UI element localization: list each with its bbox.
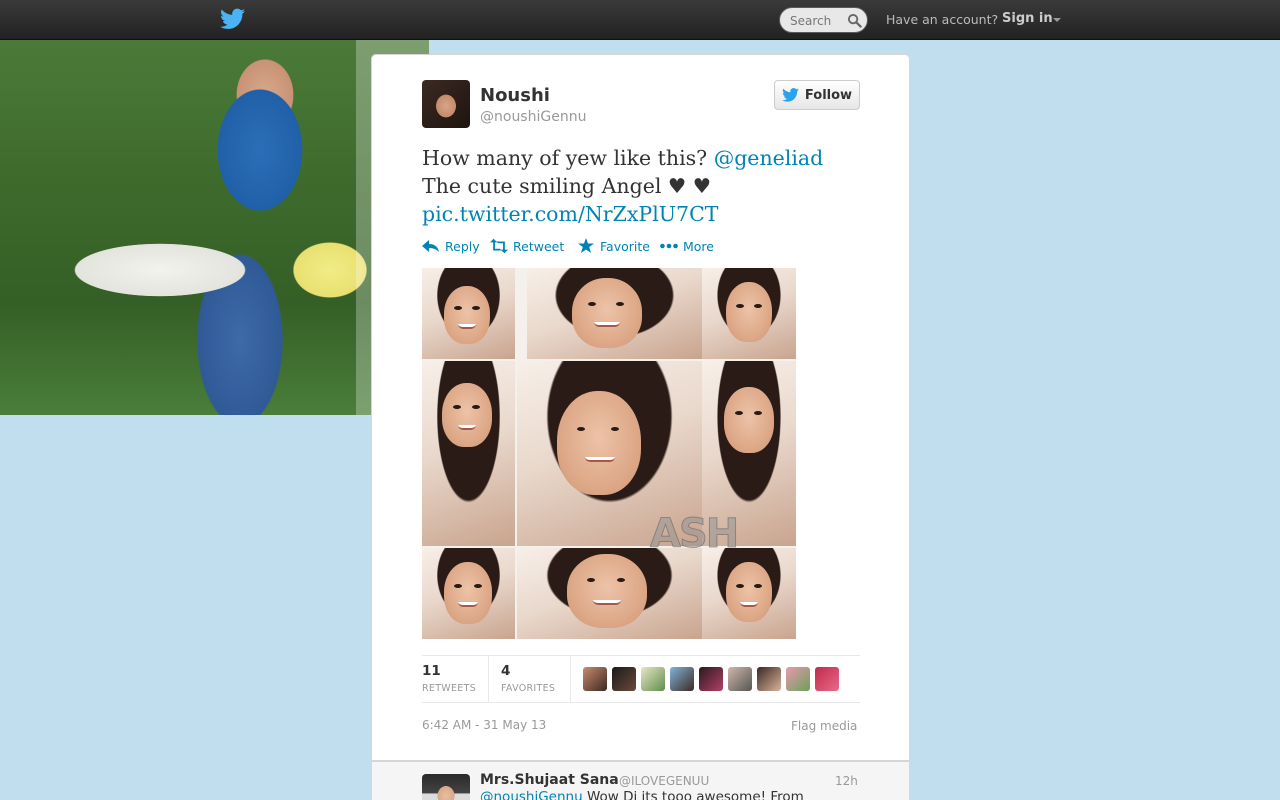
avatar[interactable] xyxy=(786,667,810,691)
top-navigation-bar: Have an account? Sign in xyxy=(0,0,1280,40)
author-handle[interactable]: @noushiGennu xyxy=(480,109,586,125)
avatar[interactable] xyxy=(815,667,839,691)
reply-icon xyxy=(422,240,439,252)
twitter-bird-icon[interactable] xyxy=(220,8,245,30)
media-link[interactable]: pic.twitter.com/NrZxPlU7CT xyxy=(422,202,718,226)
avatar[interactable] xyxy=(422,80,470,128)
tweet-timestamp[interactable]: 6:42 AM - 31 May 13 xyxy=(422,718,546,732)
search-input[interactable] xyxy=(790,12,846,29)
star-icon xyxy=(578,238,594,253)
favorite-button[interactable]: Favorite xyxy=(577,238,650,254)
favorites-count: 4 xyxy=(501,663,511,679)
search-box[interactable] xyxy=(779,7,868,33)
avatar[interactable] xyxy=(757,667,781,691)
avatar[interactable] xyxy=(612,667,636,691)
tweet-text: How many of yew like this? @geneliad The… xyxy=(422,146,824,226)
tweet-stats: 11 RETWEETS 4 FAVORITES xyxy=(422,655,860,703)
retweets-label: RETWEETS xyxy=(422,683,477,694)
retweets-count: 11 xyxy=(422,663,441,679)
more-button[interactable]: More xyxy=(660,238,714,254)
flag-media-link[interactable]: Flag media xyxy=(791,719,857,733)
reply-button[interactable]: Reply xyxy=(422,238,480,254)
avatar[interactable] xyxy=(583,667,607,691)
retweet-button[interactable]: Retweet xyxy=(490,238,564,254)
reply-author-name[interactable]: Mrs.Shujaat Sana xyxy=(480,772,619,788)
follow-label: Follow xyxy=(804,87,853,103)
more-dots-icon xyxy=(660,243,678,249)
media-watermark: ASH xyxy=(649,511,739,558)
profile-background-image xyxy=(0,40,429,415)
mention-link[interactable]: @geneliad xyxy=(714,146,824,170)
twitter-bird-icon xyxy=(782,88,799,102)
sign-in-link[interactable]: Sign in xyxy=(1002,11,1053,26)
avatar[interactable] xyxy=(728,667,752,691)
reply-time[interactable]: 12h xyxy=(835,774,858,788)
reply-text: @noushiGennu Wow Di its tooo awesome! Fr… xyxy=(480,789,804,800)
have-account-text: Have an account? xyxy=(886,12,999,27)
avatar[interactable] xyxy=(670,667,694,691)
retweet-icon xyxy=(490,238,508,254)
tweet-card: Noushi @noushiGennu Follow How many of y… xyxy=(371,54,910,761)
avatar[interactable] xyxy=(422,774,470,800)
chevron-down-icon[interactable] xyxy=(1053,18,1061,22)
reply-author-handle[interactable]: @ILOVEGENUU xyxy=(619,774,709,788)
tweet-media-image[interactable]: ASH xyxy=(422,268,796,639)
avatar[interactable] xyxy=(699,667,723,691)
favorites-label: FAVORITES xyxy=(501,683,556,694)
magnifier-icon[interactable] xyxy=(847,13,862,28)
follow-button[interactable]: Follow xyxy=(774,80,860,110)
retweets-stat[interactable]: 11 RETWEETS xyxy=(422,656,488,703)
author-name[interactable]: Noushi xyxy=(480,85,550,106)
mention-link[interactable]: @noushiGennu xyxy=(480,789,583,800)
avatar[interactable] xyxy=(641,667,665,691)
favorites-stat[interactable]: 4 FAVORITES xyxy=(501,656,569,703)
reply-tweet[interactable]: Mrs.Shujaat Sana @ILOVEGENUU 12h @noushi… xyxy=(371,761,910,800)
